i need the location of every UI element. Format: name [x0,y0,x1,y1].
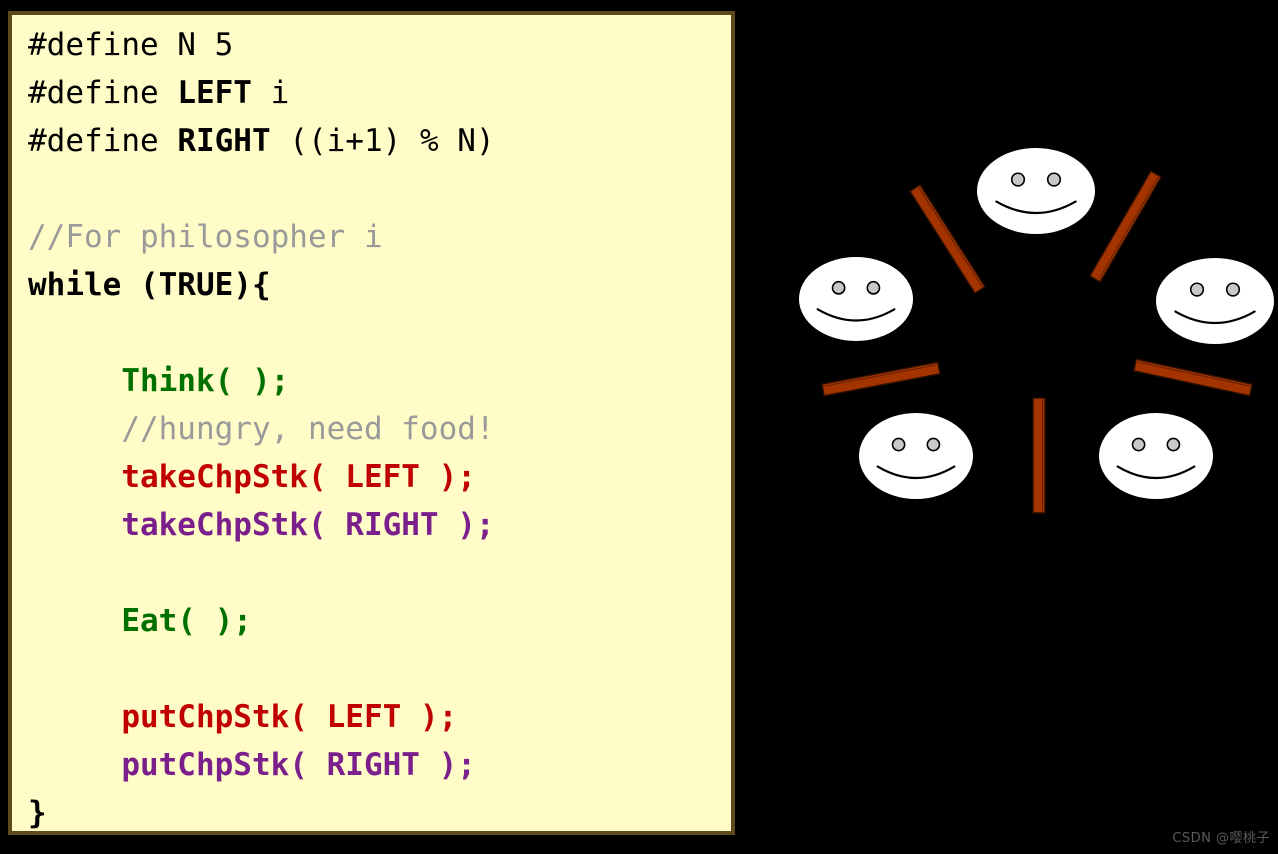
chopstick-upper-right [1088,169,1163,284]
code-token: Eat( ); [28,603,252,639]
chopstick-bottom [1032,397,1046,514]
code-token: LEFT [177,75,252,111]
code-line: takeChpStk( RIGHT ); [28,501,731,549]
chopstick-body [908,183,987,295]
philosopher-bottom-left [857,411,975,501]
eye-left-icon [891,437,906,452]
face-ellipse [797,255,915,343]
code-line: putChpStk( LEFT ); [28,693,731,741]
code-token: //For philosopher i [28,219,383,255]
eye-left-icon [1189,282,1205,297]
eye-right-icon [866,280,881,295]
eye-left-icon [1131,437,1146,452]
philosopher-left [797,255,915,343]
watermark: CSDN @嘤桃子 [1172,831,1270,846]
code-token: takeChpStk( LEFT ); [28,459,476,495]
code-token: Think( ); [28,363,290,399]
code-token: } [28,795,47,831]
code-line: while (TRUE){ [28,261,731,309]
chopstick-highlight [1098,177,1159,280]
eye-left-icon [1010,172,1026,187]
philosopher-top [975,146,1097,236]
chopstick-highlight [918,187,983,287]
face-ellipse [857,411,975,501]
code-line: #define LEFT i [28,69,731,117]
eye-right-icon [926,437,941,452]
philosopher-right [1154,256,1276,346]
code-token: i [251,75,290,111]
code-line: #define N 5 [28,21,731,69]
code-line: takeChpStk( LEFT ); [28,453,731,501]
chopstick-body [1032,397,1046,514]
code-token: while (TRUE){ [28,267,271,303]
code-token: ((i+1) % N) [270,123,495,159]
code-listing: #define N 5 #define LEFT i #define RIGHT (… [28,21,731,831]
code-token: RIGHT [177,123,271,159]
face-ellipse [1154,256,1276,346]
code-token: #define [28,75,178,111]
code-line: putChpStk( RIGHT ); [28,741,731,789]
chopstick-lower-left [821,361,941,397]
face-ellipse [1097,411,1215,501]
diagram-canvas [797,146,1276,514]
face-ellipse [975,146,1097,236]
dining-philosophers-diagram [743,0,1278,854]
code-token: //hungry, need food! [28,411,495,447]
code-line: //For philosopher i [28,213,731,261]
code-line: } [28,789,731,831]
philosopher-bottom-right [1097,411,1215,501]
eye-right-icon [1166,437,1181,452]
code-token: #define [28,123,178,159]
code-token: #define N 5 [28,27,234,63]
chopstick-body [1088,169,1163,284]
eye-right-icon [1225,282,1241,297]
code-token: putChpStk( LEFT ); [28,699,458,735]
code-line: Eat( ); [28,597,731,645]
code-token: takeChpStk( RIGHT ); [28,507,495,543]
code-line: //hungry, need food! [28,405,731,453]
eye-right-icon [1046,172,1062,187]
chopstick-lower-right [1132,358,1254,397]
code-panel: #define N 5 #define LEFT i #define RIGHT (… [8,11,735,835]
code-line: Think( ); [28,357,731,405]
eye-left-icon [831,280,846,295]
chopstick-upper-left [908,183,987,295]
code-line: #define RIGHT ((i+1) % N) [28,117,731,165]
code-token: putChpStk( RIGHT ); [28,747,476,783]
